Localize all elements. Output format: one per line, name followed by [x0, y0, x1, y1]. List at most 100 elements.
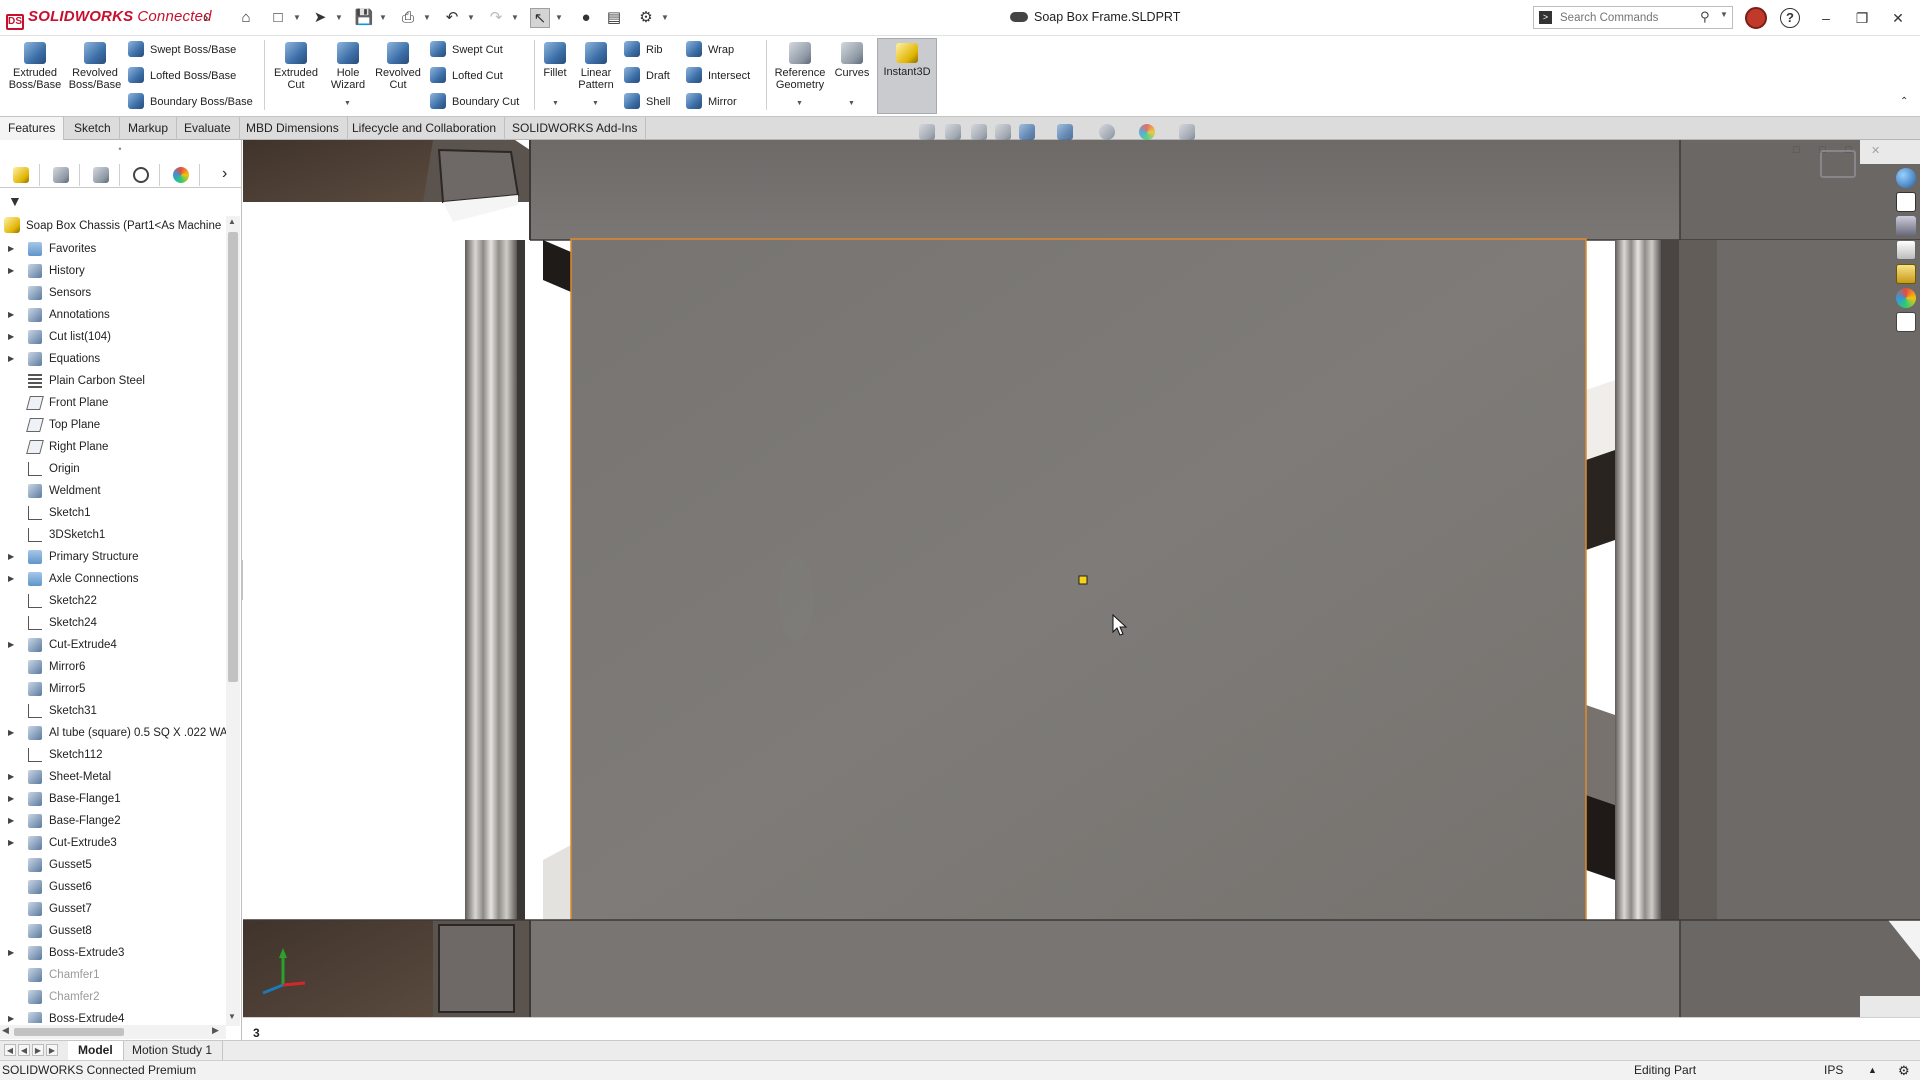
unit-dropdown-icon[interactable]: ▲	[1868, 1061, 1877, 1080]
zoom-to-fit-icon[interactable]	[919, 124, 935, 140]
tile-icon[interactable]: □	[1793, 144, 1800, 156]
tree-horizontal-scrollbar[interactable]: ◀ ▶	[0, 1025, 226, 1039]
revolved-boss-button[interactable]: Revolved Boss/Base	[66, 40, 124, 112]
tree-node[interactable]: Sketch31	[0, 700, 226, 722]
tree-node[interactable]: Gusset6	[0, 876, 226, 898]
next-tab-icon[interactable]: ▶	[32, 1044, 44, 1056]
tree-node[interactable]: ▶ Sheet-Metal	[0, 766, 226, 788]
right-bracket-dark-bottom[interactable]	[1586, 795, 1615, 880]
right-outer-panel[interactable]	[1717, 240, 1920, 920]
property-manager-tab[interactable]	[42, 164, 80, 186]
file-explorer-icon[interactable]	[1896, 240, 1916, 260]
right-bracket-light-top[interactable]	[1586, 380, 1615, 460]
tree-node[interactable]: Plain Carbon Steel	[0, 370, 226, 392]
view-orientation-icon[interactable]	[1019, 124, 1035, 140]
expand-arrow-icon[interactable]: ▶	[8, 304, 18, 326]
tab-mbd-dimensions[interactable]: MBD Dimensions	[238, 117, 348, 140]
mirror-button[interactable]: Mirror	[686, 91, 737, 113]
hole-wizard-dropdown-icon[interactable]: ▼	[344, 100, 351, 107]
sketch-point-marker[interactable]	[1078, 575, 1088, 585]
tree-node[interactable]: Chamfer2	[0, 986, 226, 1008]
unit-system[interactable]: IPS	[1824, 1061, 1843, 1080]
tree-node[interactable]: Gusset8	[0, 920, 226, 942]
tree-filter-row[interactable]: ▼	[0, 190, 242, 212]
curves-dropdown-icon[interactable]: ▼	[848, 100, 855, 107]
zoom-to-area-icon[interactable]	[945, 124, 961, 140]
tree-node[interactable]: ▶ Boss-Extrude4	[0, 1008, 226, 1023]
tree-node[interactable]: ▶ Base-Flange2	[0, 810, 226, 832]
panel-grip-icon[interactable]: •	[112, 144, 128, 154]
scroll-left-icon[interactable]: ◀	[2, 1025, 9, 1036]
options-gear-icon[interactable]: ⚙	[636, 8, 656, 28]
filter-icon[interactable]: ▼	[8, 193, 22, 209]
expand-arrow-icon[interactable]: ▶	[8, 546, 18, 568]
solidworks-logo[interactable]: DS SOLIDWORKS Connected	[6, 8, 212, 30]
shell-button[interactable]: Shell	[624, 91, 670, 113]
help-icon[interactable]: ?	[1780, 8, 1800, 28]
h-scroll-thumb[interactable]	[14, 1028, 124, 1036]
expand-arrow-icon[interactable]: ▶	[8, 260, 18, 282]
undo-dropdown-icon[interactable]: ▼	[466, 8, 476, 28]
expand-arrow-icon[interactable]: ▶	[8, 238, 18, 260]
save-dropdown-icon[interactable]: ▼	[378, 8, 388, 28]
lofted-cut-button[interactable]: Lofted Cut	[430, 65, 503, 87]
tree-node[interactable]: ▶ Axle Connections	[0, 568, 226, 590]
right-bracket-dark-top[interactable]	[1586, 450, 1615, 550]
fillet-dropdown-icon[interactable]: ▼	[552, 100, 559, 107]
swept-boss-button[interactable]: Swept Boss/Base	[128, 39, 236, 61]
scroll-down-icon[interactable]: ▼	[228, 1012, 236, 1021]
tree-node[interactable]: ▶ Al tube (square) 0.5 SQ X .022 WA	[0, 722, 226, 744]
tree-root-part[interactable]: Soap Box Chassis (Part1<As Machine	[4, 216, 230, 236]
restore-icon[interactable]: ❐	[1850, 6, 1874, 30]
tree-node[interactable]: ▶ Cut list(104)	[0, 326, 226, 348]
right-vertical-tube[interactable]	[1615, 240, 1661, 920]
redo-icon[interactable]: ↷	[486, 8, 506, 28]
search-commands-input[interactable]	[1560, 10, 1700, 25]
redo-dropdown-icon[interactable]: ▼	[510, 8, 520, 28]
feature-manager-tab[interactable]	[2, 164, 40, 186]
tree-node[interactable]: Gusset7	[0, 898, 226, 920]
draft-button[interactable]: Draft	[624, 65, 670, 87]
new-document-icon[interactable]: □	[268, 8, 288, 28]
expand-arrow-icon[interactable]: ▶	[8, 942, 18, 964]
frame-bottom-rail[interactable]	[530, 920, 1680, 1017]
expand-arrow-icon[interactable]: ▶	[8, 788, 18, 810]
frame-bottom-left-block[interactable]	[243, 920, 433, 1017]
left-tube-spacer[interactable]	[517, 240, 525, 920]
tree-vertical-scrollbar[interactable]: ▲ ▼	[226, 216, 240, 1026]
dimxpert-manager-tab[interactable]	[122, 164, 160, 186]
confirmation-corner-icon[interactable]	[1820, 150, 1856, 178]
expand-arrow-icon[interactable]: ▶	[8, 832, 18, 854]
view-settings-icon[interactable]	[1179, 124, 1195, 140]
close-view-icon[interactable]: ✕	[1871, 144, 1880, 157]
tree-node[interactable]: Sketch24	[0, 612, 226, 634]
tree-node[interactable]: Origin	[0, 458, 226, 480]
custom-properties-icon[interactable]	[1896, 312, 1916, 332]
intersect-button[interactable]: Intersect	[686, 65, 750, 87]
tree-node[interactable]: ▶ Cut-Extrude3	[0, 832, 226, 854]
tree-node[interactable]: Right Plane	[0, 436, 226, 458]
search-icon[interactable]: ⚲	[1700, 9, 1710, 25]
display-manager-tab[interactable]	[162, 164, 200, 186]
user-avatar[interactable]	[1745, 7, 1767, 29]
swept-cut-button[interactable]: Swept Cut	[430, 39, 503, 61]
tab-lifecycle-collaboration[interactable]: Lifecycle and Collaboration	[344, 117, 506, 140]
tree-node[interactable]: Sensors	[0, 282, 226, 304]
undo-icon[interactable]: ↶	[442, 8, 462, 28]
left-vertical-tube[interactable]	[465, 240, 517, 920]
tree-node[interactable]: ▶ History	[0, 260, 226, 282]
expand-arrow-icon[interactable]: ▶	[8, 568, 18, 590]
scroll-right-icon[interactable]: ▶	[212, 1025, 219, 1036]
expand-menu-arrow-icon[interactable]: ›	[196, 8, 216, 28]
tree-node[interactable]: ▶ Boss-Extrude3	[0, 942, 226, 964]
tree-node[interactable]: ▶ Cut-Extrude4	[0, 634, 226, 656]
tree-node[interactable]: ▶ Base-Flange1	[0, 788, 226, 810]
select-dropdown-icon[interactable]: ▼	[554, 8, 564, 28]
tree-node[interactable]: ▶ Favorites	[0, 238, 226, 260]
extruded-cut-button[interactable]: Extruded Cut	[268, 40, 324, 112]
tree-node[interactable]: Weldment	[0, 480, 226, 502]
reference-geometry-dropdown-icon[interactable]: ▼	[796, 100, 803, 107]
rebuild-traffic-light-icon[interactable]: ●	[576, 8, 596, 28]
home-task-icon[interactable]	[1896, 192, 1916, 212]
options-dropdown-icon[interactable]: ▼	[660, 8, 670, 28]
